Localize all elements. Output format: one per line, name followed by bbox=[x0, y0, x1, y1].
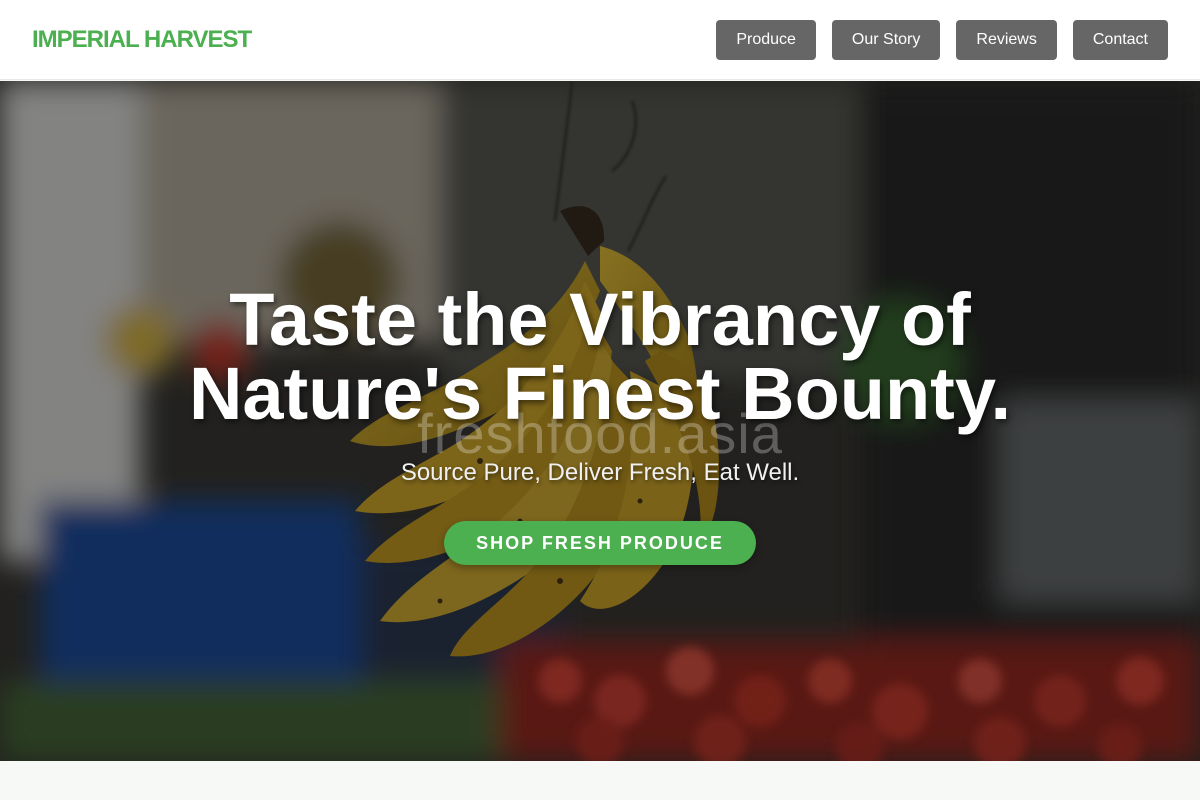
next-section-strip bbox=[0, 761, 1200, 800]
site-header: IMPERIAL HARVEST Produce Our Story Revie… bbox=[0, 0, 1200, 80]
nav-contact-button[interactable]: Contact bbox=[1072, 19, 1168, 60]
hero-content: Taste the Vibrancy of Nature's Finest Bo… bbox=[0, 283, 1200, 565]
nav-our-story-button[interactable]: Our Story bbox=[831, 19, 941, 60]
brand-logo[interactable]: IMPERIAL HARVEST bbox=[32, 26, 252, 54]
main-nav: Produce Our Story Reviews Contact bbox=[716, 19, 1168, 60]
hero-title-line-2: Nature's Finest Bounty. bbox=[188, 352, 1012, 435]
hero-section: freshfood.asia Taste the Vibrancy of Nat… bbox=[0, 81, 1200, 761]
hero-subtitle: Source Pure, Deliver Fresh, Eat Well. bbox=[400, 459, 800, 486]
hero-title: Taste the Vibrancy of Nature's Finest Bo… bbox=[0, 283, 1200, 431]
nav-produce-button[interactable]: Produce bbox=[716, 19, 816, 60]
nav-reviews-button[interactable]: Reviews bbox=[956, 19, 1057, 60]
shop-fresh-produce-button[interactable]: SHOP FRESH PRODUCE bbox=[444, 521, 756, 565]
hero-title-line-1: Taste the Vibrancy of bbox=[229, 278, 971, 361]
